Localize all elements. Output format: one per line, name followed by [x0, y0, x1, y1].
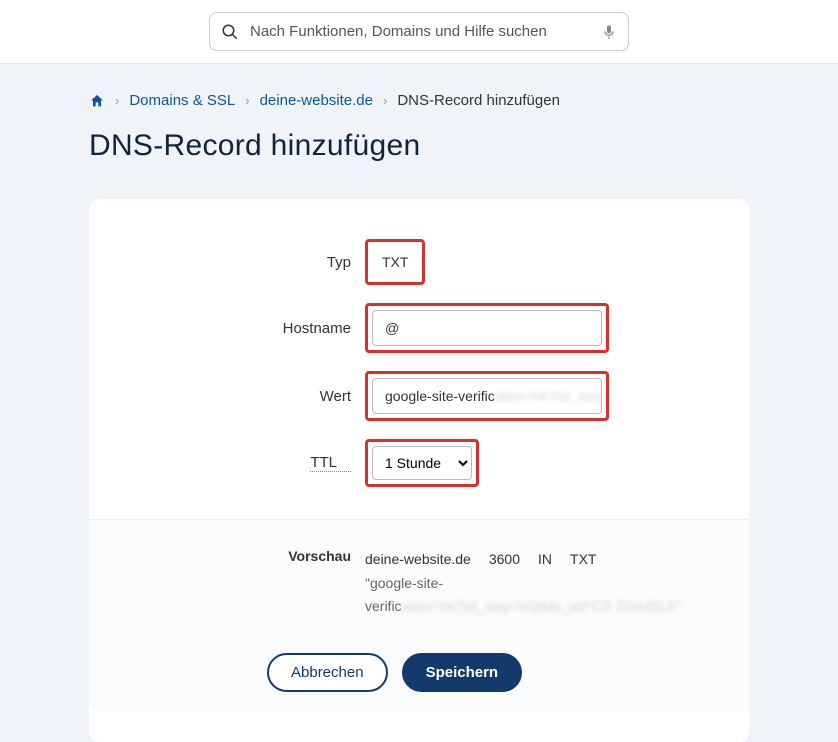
- preview-label: Vorschau: [117, 548, 365, 617]
- row-ttl: TTL 1 Stunde: [117, 439, 721, 487]
- preview-ttl: 3600: [489, 548, 520, 570]
- wert-highlight: google-site-verification=hk7txt_swy: [365, 371, 609, 421]
- cancel-button[interactable]: Abbrechen: [267, 653, 388, 692]
- save-button[interactable]: Speichern: [402, 653, 523, 692]
- breadcrumb-domains-ssl[interactable]: Domains & SSL: [129, 92, 235, 109]
- preview-section: Vorschau deine-website.de 3600 IN TXT "g…: [89, 519, 749, 712]
- row-typ: Typ TXT: [117, 239, 721, 285]
- search-input[interactable]: [209, 12, 629, 51]
- home-icon[interactable]: [89, 93, 105, 109]
- row-wert: Wert google-site-verification=hk7txt_swy: [117, 371, 721, 421]
- preview-record-value: "google-site-verification=hk7txt_swy=HQt…: [365, 572, 721, 617]
- breadcrumb: › Domains & SSL › deine-website.de › DNS…: [89, 64, 749, 123]
- row-hostname: Hostname: [117, 303, 721, 353]
- page-title: DNS-Record hinzufügen: [89, 129, 749, 163]
- top-bar: [0, 0, 838, 64]
- preview-value-redacted: ation=hk7txt_swy=HQtMs_wtPCS.TcHHBLS": [402, 598, 682, 614]
- breadcrumb-domain[interactable]: deine-website.de: [260, 92, 373, 109]
- chevron-right-icon: ›: [245, 93, 249, 108]
- preview-class: IN: [538, 548, 552, 570]
- hostname-label: Hostname: [117, 320, 365, 337]
- ttl-label: TTL: [310, 454, 351, 472]
- preview-type: TXT: [570, 548, 596, 570]
- preview-content: deine-website.de 3600 IN TXT "google-sit…: [365, 548, 721, 617]
- typ-highlight: TXT: [365, 239, 425, 285]
- breadcrumb-current: DNS-Record hinzufügen: [397, 92, 560, 109]
- ttl-highlight: 1 Stunde: [365, 439, 479, 487]
- preview-row: Vorschau deine-website.de 3600 IN TXT "g…: [117, 548, 721, 617]
- preview-domain: deine-website.de: [365, 548, 471, 570]
- main-container: › Domains & SSL › deine-website.de › DNS…: [69, 64, 769, 742]
- typ-label: Typ: [117, 254, 365, 271]
- wert-field[interactable]: google-site-verification=hk7txt_swy: [372, 378, 602, 414]
- typ-value: TXT: [372, 246, 418, 278]
- button-row: Abbrechen Speichern: [117, 653, 721, 692]
- chevron-right-icon: ›: [115, 93, 119, 108]
- microphone-icon[interactable]: [601, 23, 617, 41]
- search-container: [209, 12, 629, 51]
- form-card: Typ TXT Hostname Wert google-site-verifi…: [89, 199, 749, 742]
- wert-visible-text: google-site-verific: [385, 388, 495, 404]
- chevron-right-icon: ›: [383, 93, 387, 108]
- wert-redacted-text: ation=hk7txt_swy: [495, 388, 602, 404]
- hostname-field[interactable]: [372, 310, 602, 346]
- search-icon: [221, 23, 239, 41]
- hostname-highlight: [365, 303, 609, 353]
- ttl-select[interactable]: 1 Stunde: [372, 446, 472, 480]
- wert-label: Wert: [117, 388, 365, 405]
